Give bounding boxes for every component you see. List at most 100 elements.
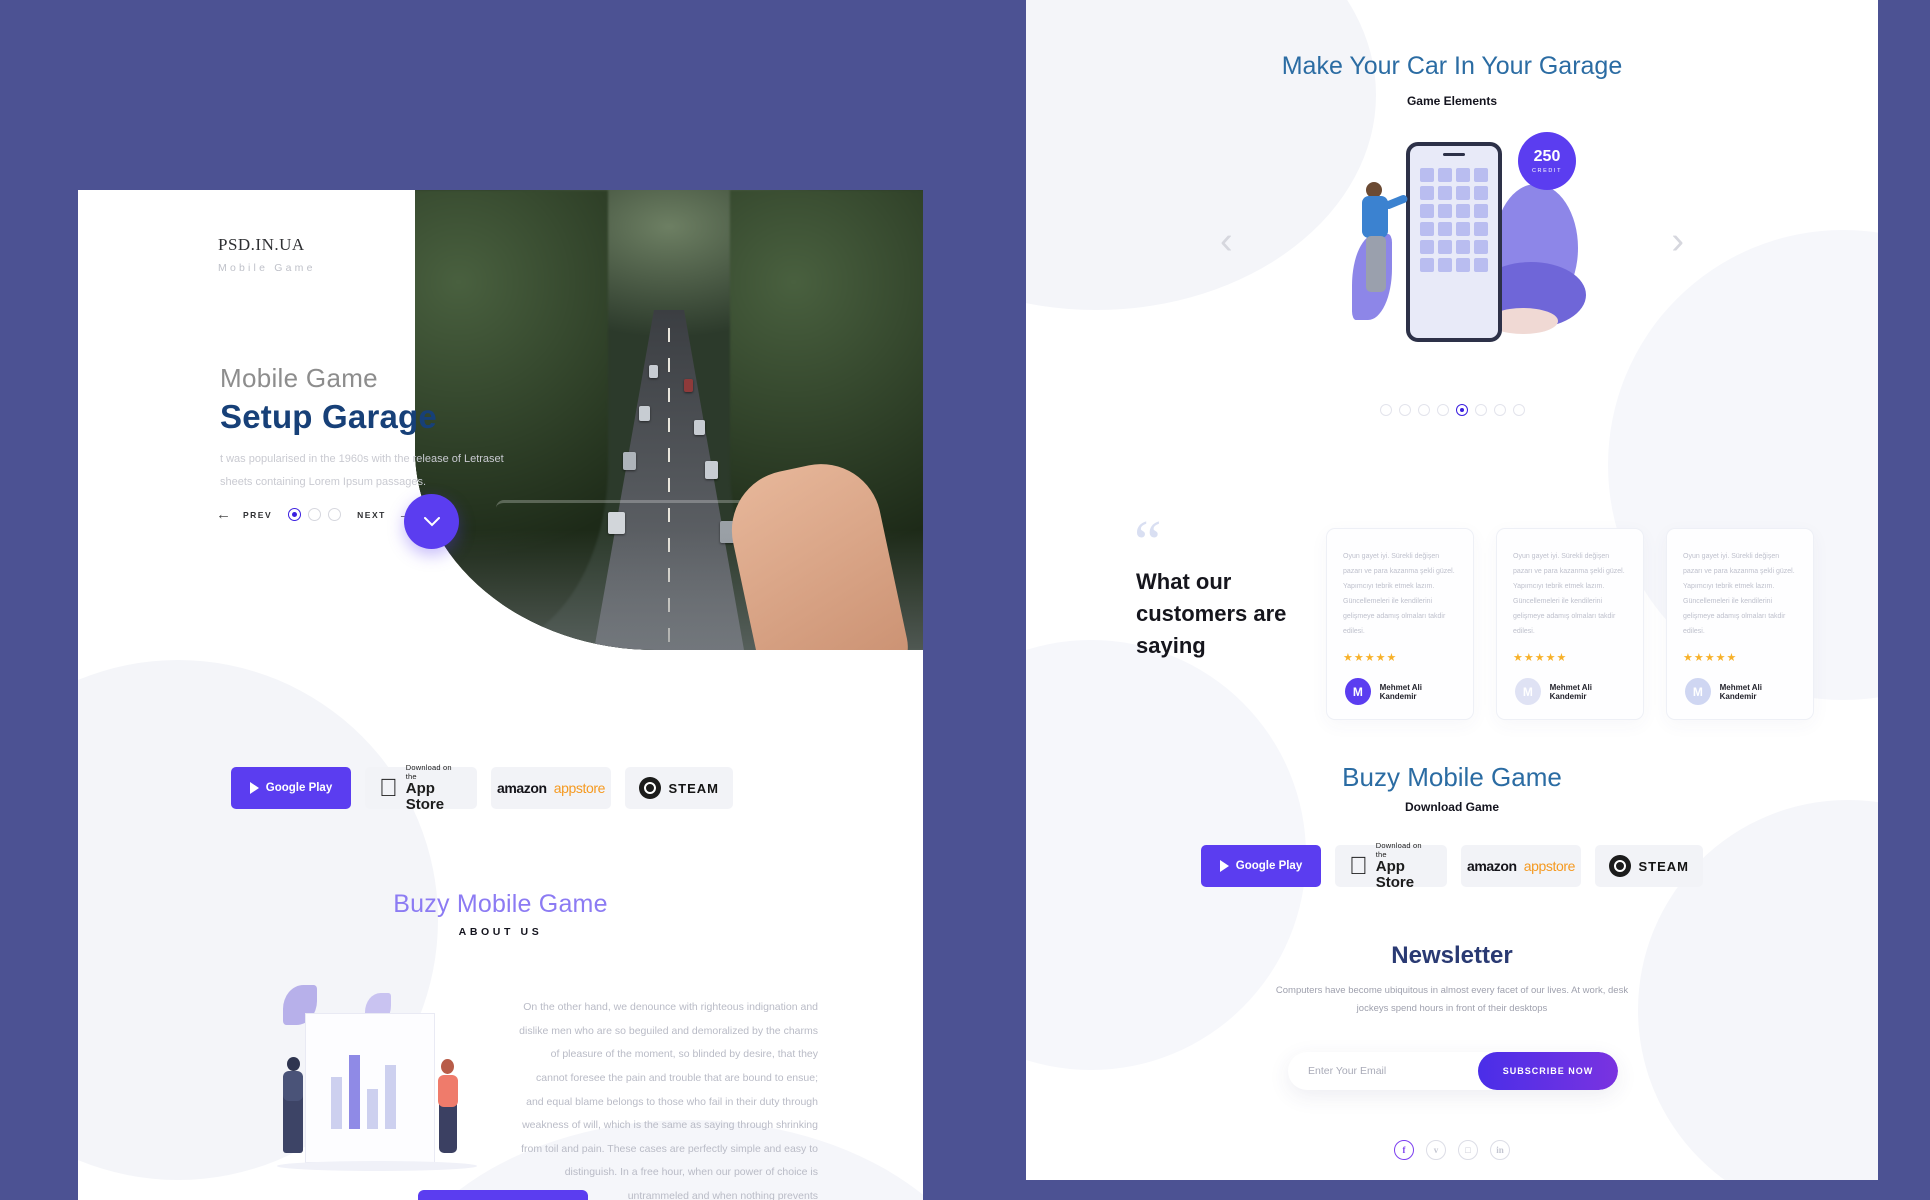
testimonials-heading: What our customers are saying [1136, 569, 1287, 658]
steam-button[interactable]: STEAM [625, 767, 733, 809]
next-label[interactable]: NEXT [357, 510, 386, 520]
carousel-dot-4[interactable] [1436, 404, 1449, 416]
steam-button[interactable]: STEAM [1595, 845, 1703, 887]
hero-description: t was popularised in the 1960s with the … [220, 453, 504, 489]
app-store-line1: Download on the [1359, 841, 1422, 863]
phone-mockup [1406, 142, 1502, 342]
about-title: Buzy Mobile Game [393, 890, 608, 918]
brand-name: PSD.IN.UA [218, 235, 305, 254]
carousel-illustration: 250 CREDIT [1326, 130, 1586, 350]
carousel-dot-8[interactable] [1512, 404, 1525, 416]
testimonial-text: Oyun gayet iyi. Sürekli değişen pazarı v… [1683, 553, 1795, 636]
chevron-down-icon [423, 516, 440, 526]
newsletter-description: Computers have become ubiquitous in almo… [1275, 985, 1629, 1015]
brand-tagline: Mobile Game [218, 262, 316, 274]
rating-stars: ★★★★★ [1513, 652, 1568, 665]
carousel-dot-6[interactable] [1474, 404, 1487, 416]
scroll-down-button[interactable] [404, 494, 459, 549]
app-store-line2: App Store [1359, 859, 1431, 890]
hero-dot-3[interactable] [328, 508, 342, 521]
carousel-prev-icon[interactable]: ‹ [1220, 222, 1233, 260]
amazon-appstore-button[interactable]: amazon appstore [1461, 845, 1581, 887]
steam-icon [639, 777, 661, 799]
page-canvas: PSD.IN.UA Mobile Game Mobile Game Setup … [0, 0, 1930, 1200]
newsletter-title: Newsletter [1391, 942, 1513, 969]
steam-icon [1609, 855, 1631, 877]
quote-icon: “ [1134, 509, 1162, 577]
subscribe-button[interactable]: SUBSCRIBE NOW [1478, 1052, 1618, 1090]
twitter-icon[interactable]: ᴠ [1426, 1140, 1446, 1160]
brand-logo[interactable]: PSD.IN.UA Mobile Game [218, 235, 316, 274]
avatar: M [1345, 678, 1371, 706]
app-store-button[interactable]:  Download on the App Store [365, 763, 477, 812]
credit-value: 250 [1533, 147, 1561, 165]
hero-dot-2[interactable] [308, 508, 322, 521]
hero-dot-1[interactable] [288, 508, 302, 521]
app-store-line2: App Store [389, 781, 461, 812]
carousel-dot-2[interactable] [1398, 404, 1411, 416]
play-triangle-icon [1219, 860, 1229, 872]
hero-title: Setup Garage [220, 398, 437, 435]
right-make-subtitle: Game Elements [1406, 94, 1498, 108]
amazon-word1: amazon [496, 780, 547, 796]
google-play-label: Google Play [1235, 860, 1303, 872]
testimonial-author: Mehmet Ali Kandemir [1719, 682, 1762, 701]
carousel-dot-3[interactable] [1417, 404, 1430, 416]
prev-label[interactable]: PREV [243, 510, 272, 520]
linkedin-icon[interactable]: in [1490, 1140, 1510, 1160]
right-page-mockup: Make Your Car In Your Garage Game Elemen… [1026, 0, 1878, 1180]
credit-badge: 250 CREDIT [1518, 132, 1576, 190]
testimonial-author: Mehmet Ali Kandemir [1549, 682, 1592, 701]
testimonial-text: Oyun gayet iyi. Sürekli değişen pazarı v… [1513, 553, 1625, 636]
right-store-buttons-row: Google Play  Download on the App Store … [1026, 841, 1878, 890]
about-illustration [253, 985, 503, 1175]
buzy-download-game-button[interactable]: BUZY DOWNLOAD GAME [418, 1190, 588, 1200]
about-subtitle: ABOUT US [458, 926, 543, 938]
download-subtitle: Download Game [1404, 800, 1499, 814]
about-description: On the other hand, we denounce with righ… [519, 1001, 818, 1200]
rating-stars: ★★★★★ [1683, 652, 1738, 665]
app-store-button[interactable]:  Download on the App Store [1335, 841, 1447, 890]
testimonial-cards: Oyun gayet iyi. Sürekli değişen pazarı v… [1326, 528, 1814, 721]
social-links: f ᴠ □ in [1026, 1140, 1878, 1160]
app-store-line1: Download on the [389, 763, 452, 785]
play-triangle-icon [249, 782, 259, 794]
download-title: Buzy Mobile Game [1342, 762, 1562, 792]
testimonial-card: Oyun gayet iyi. Sürekli değişen pazarı v… [1496, 528, 1644, 721]
testimonial-text: Oyun gayet iyi. Sürekli değişen pazarı v… [1343, 553, 1455, 636]
carousel-dots [1026, 404, 1878, 416]
hero-dots [288, 508, 342, 521]
testimonial-author: Mehmet Ali Kandemir [1379, 682, 1422, 701]
instagram-icon[interactable]: □ [1458, 1140, 1478, 1160]
amazon-appstore-button[interactable]: amazon appstore [491, 767, 611, 809]
store-buttons-row: Google Play  Download on the App Store … [231, 763, 733, 812]
google-play-button[interactable]: Google Play [231, 767, 351, 809]
amazon-word2: appstore [553, 780, 606, 796]
facebook-icon[interactable]: f [1394, 1140, 1414, 1160]
apple-icon:  [1349, 853, 1368, 879]
apple-icon:  [379, 775, 398, 801]
hero-slider-nav: ← PREV NEXT → [216, 507, 413, 522]
carousel-dot-7[interactable] [1493, 404, 1506, 416]
avatar: M [1515, 678, 1541, 706]
avatar: M [1685, 678, 1711, 706]
steam-label: STEAM [1638, 858, 1689, 874]
prev-arrow-icon[interactable]: ← [216, 507, 231, 522]
email-input[interactable] [1288, 1052, 1478, 1090]
rating-stars: ★★★★★ [1343, 652, 1398, 665]
hero-eyebrow: Mobile Game [220, 363, 378, 393]
game-elements-carousel: ‹ › 250 CREDIT [1026, 130, 1878, 370]
hero-image [415, 190, 923, 650]
google-play-label: Google Play [265, 782, 333, 794]
newsletter-form: SUBSCRIBE NOW [1288, 1052, 1618, 1090]
carousel-dot-1[interactable] [1379, 404, 1392, 416]
right-make-title: Make Your Car In Your Garage [1281, 52, 1623, 80]
testimonial-card: Oyun gayet iyi. Sürekli değişen pazarı v… [1666, 528, 1814, 721]
carousel-next-icon[interactable]: › [1671, 222, 1684, 260]
steam-label: STEAM [668, 780, 719, 796]
carousel-dot-5[interactable] [1455, 404, 1468, 416]
testimonial-card: Oyun gayet iyi. Sürekli değişen pazarı v… [1326, 528, 1474, 721]
left-page-mockup: PSD.IN.UA Mobile Game Mobile Game Setup … [78, 190, 923, 1200]
google-play-button[interactable]: Google Play [1201, 845, 1321, 887]
amazon-word2: appstore [1523, 858, 1576, 874]
